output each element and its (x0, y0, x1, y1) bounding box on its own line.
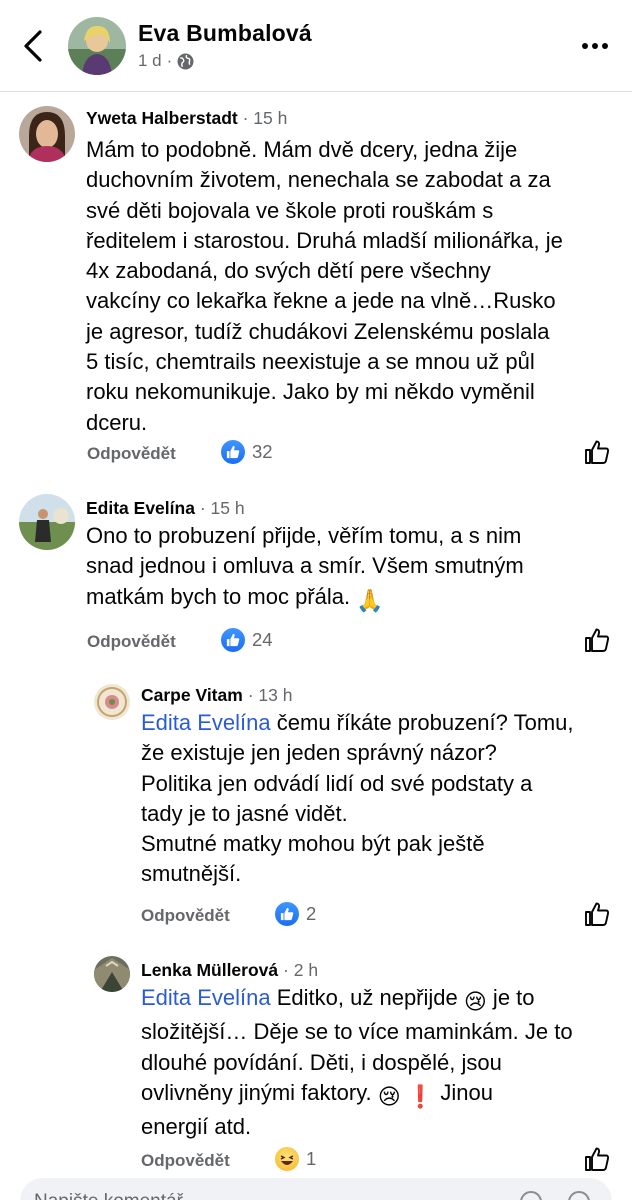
comment-text: Edita Evelína čemu říkáte probuzení? Tom… (141, 710, 574, 887)
reply-button[interactable]: Odpovědět (87, 632, 176, 652)
reaction-count: 24 (252, 629, 273, 650)
comment-text: Mám to podobně. Mám dvě dcery, jedna žij… (86, 137, 563, 435)
comment-time[interactable]: 15 h (253, 108, 287, 128)
haha-reaction-icon (275, 1147, 299, 1171)
comment-text: Edita Evelína Editko, už nepřijde 😢 je t… (141, 985, 573, 1140)
reaction-count: 32 (252, 441, 273, 462)
like-reaction-icon (275, 902, 299, 926)
author-avatar[interactable] (68, 17, 126, 75)
meta-separator: · (166, 51, 173, 70)
comment-header: Carpe Vitam · 13 h (141, 685, 293, 705)
commenter-avatar[interactable] (19, 106, 75, 162)
comment-composer[interactable]: Napište komentář… (20, 1178, 612, 1200)
reaction-summary[interactable]: 1 (275, 1147, 316, 1171)
like-button-icon[interactable] (584, 627, 610, 653)
composer-placeholder[interactable]: Napište komentář… (34, 1191, 202, 1200)
reply-button[interactable]: Odpovědět (141, 906, 230, 926)
commenter-name[interactable]: Yweta Halberstadt (86, 108, 238, 128)
mention-link[interactable]: Edita Evelína (141, 985, 271, 1010)
commenter-avatar[interactable] (94, 956, 130, 992)
like-reaction-icon (221, 628, 245, 652)
post-time[interactable]: 1 d (138, 51, 162, 71)
reaction-summary[interactable]: 24 (221, 628, 273, 652)
like-button-icon[interactable] (584, 901, 610, 927)
gif-icon[interactable] (568, 1191, 590, 1200)
author-name[interactable]: Eva Bumbalová (138, 20, 312, 47)
like-button-icon[interactable] (584, 1146, 610, 1172)
commenter-name[interactable]: Lenka Müllerová (141, 960, 278, 980)
crying-face-emoji: 😢 (377, 1083, 401, 1109)
commenter-avatar[interactable] (19, 494, 75, 550)
mention-link[interactable]: Edita Evelína (141, 710, 271, 735)
crying-face-emoji: 😢 (463, 989, 487, 1014)
reaction-count: 1 (306, 1148, 317, 1169)
back-arrow-icon[interactable] (18, 26, 50, 66)
post-meta: 1 d · (138, 51, 194, 71)
reply-button[interactable]: Odpovědět (141, 1151, 230, 1171)
like-reaction-icon (221, 440, 245, 464)
comment-time[interactable]: 2 h (294, 960, 318, 980)
comment-time[interactable]: 13 h (258, 685, 292, 705)
exclamation-emoji: ❗ (406, 1083, 435, 1109)
like-button-icon[interactable] (584, 439, 610, 465)
commenter-name[interactable]: Carpe Vitam (141, 685, 243, 705)
reaction-summary[interactable]: 2 (275, 902, 316, 926)
comment-time[interactable]: 15 h (211, 498, 245, 518)
reaction-count: 2 (306, 903, 317, 924)
praying-hands-emoji: 🙏 (356, 587, 384, 613)
post-header: Eva Bumbalová 1 d · (0, 0, 632, 92)
reply-button[interactable]: Odpovědět (87, 444, 176, 464)
public-globe-icon (177, 53, 194, 69)
commenter-name[interactable]: Edita Evelína (86, 498, 195, 518)
commenter-avatar[interactable] (94, 684, 130, 720)
more-options-icon[interactable] (580, 36, 610, 56)
reaction-summary[interactable]: 32 (221, 440, 273, 464)
comment-text: Ono to probuzení přijde, věřím tomu, a s… (86, 521, 524, 616)
comment-header: Edita Evelína · 15 h (86, 498, 245, 518)
sticker-icon[interactable] (520, 1191, 542, 1200)
comment-header: Lenka Müllerová · 2 h (141, 960, 319, 980)
comment-header: Yweta Halberstadt · 15 h (86, 108, 288, 128)
